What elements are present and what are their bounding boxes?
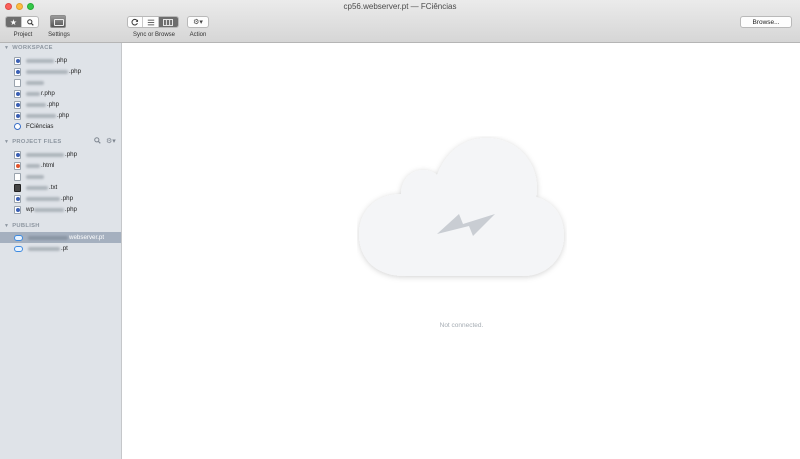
item-label: .php	[55, 57, 68, 64]
star-icon[interactable]: ★	[6, 17, 22, 27]
action-menu-button[interactable]: ⚙▾	[187, 16, 209, 28]
sync-browse-segmented-control	[127, 16, 179, 28]
txt-file-icon	[14, 183, 21, 192]
search-icon[interactable]	[94, 137, 101, 146]
cloud-icon	[14, 245, 23, 252]
item-label: .html	[41, 162, 55, 169]
settings-label: Settings	[48, 32, 70, 38]
app-window: cp56.webserver.pt — FCiências ★ Project …	[0, 0, 800, 459]
project-file-item[interactable]: .html	[14, 160, 54, 171]
item-label: r.php	[41, 90, 55, 97]
workspace-item[interactable]	[14, 77, 45, 88]
html-file-icon	[14, 161, 21, 170]
connection-status-text: Not connected.	[439, 322, 484, 329]
blank-file-icon	[14, 172, 21, 181]
project-file-item[interactable]: .txt	[14, 182, 57, 193]
workspace-item[interactable]: .php	[14, 66, 81, 77]
php-file-icon	[14, 111, 21, 120]
window-title: cp56.webserver.pt — FCiências	[343, 2, 457, 11]
item-label: .php	[64, 206, 77, 213]
item-label: .php	[57, 112, 70, 119]
settings-button[interactable]	[50, 15, 66, 28]
workspace-item[interactable]: .php	[14, 55, 67, 66]
sync-icon[interactable]	[128, 17, 144, 27]
php-file-icon	[14, 194, 21, 203]
project-file-item[interactable]: .php	[14, 149, 77, 160]
project-files-tools: ⚙▾	[94, 137, 116, 146]
publish-header-label: PUBLISH	[12, 223, 40, 229]
project-file-item[interactable]	[14, 171, 45, 182]
sidebar: ▼ WORKSPACE .php .php r.php .php .php FC…	[0, 43, 122, 459]
item-label: .php	[47, 101, 60, 108]
gear-icon: ⚙▾	[193, 19, 203, 26]
item-label: .pt	[61, 245, 68, 252]
item-label: webserver.pt	[69, 234, 105, 241]
project-file-item[interactable]: wp .php	[14, 204, 77, 215]
gear-icon[interactable]: ⚙▾	[106, 137, 116, 146]
disconnected-cloud-icon	[357, 136, 567, 291]
disclosure-triangle-icon[interactable]: ▼	[4, 139, 9, 145]
item-label-prefix: wp	[26, 206, 34, 213]
main-content: Not connected.	[123, 43, 800, 459]
project-file-item[interactable]: .php	[14, 193, 73, 204]
project-files-header-label: PROJECT FILES	[12, 139, 62, 145]
item-label: FCiências	[26, 123, 54, 130]
php-file-icon	[14, 89, 21, 98]
action-label: Action	[189, 32, 207, 38]
disclosure-triangle-icon[interactable]: ▼	[4, 45, 9, 51]
item-label: .php	[69, 68, 82, 75]
php-file-icon	[14, 150, 21, 159]
php-file-icon	[14, 56, 21, 65]
workspace-item[interactable]: r.php	[14, 88, 55, 99]
php-file-icon	[14, 100, 21, 109]
workspace-header-label: WORKSPACE	[12, 45, 53, 51]
publish-section-header[interactable]: ▼ PUBLISH	[4, 223, 40, 229]
column-view-icon[interactable]	[158, 17, 178, 27]
sync-browse-label: Sync or Browse	[132, 32, 175, 38]
publish-item[interactable]: .pt	[14, 243, 68, 254]
project-label: Project	[13, 32, 33, 38]
workspace-item[interactable]: .php	[14, 99, 59, 110]
item-label: .php	[61, 195, 74, 202]
cloud-icon	[14, 234, 23, 241]
php-file-icon	[14, 67, 21, 76]
browse-button[interactable]: Browse...	[740, 16, 792, 28]
blank-file-icon	[14, 78, 21, 87]
project-segmented-control: ★	[5, 16, 39, 28]
project-files-section-header[interactable]: ▼ PROJECT FILES	[4, 139, 62, 145]
titlebar: cp56.webserver.pt — FCiências ★ Project …	[0, 0, 800, 43]
workspace-item[interactable]: .php	[14, 110, 69, 121]
site-icon	[14, 123, 21, 130]
publish-item-selected[interactable]: webserver.pt	[0, 232, 121, 243]
item-label: .txt	[49, 184, 58, 191]
list-view-icon[interactable]	[143, 17, 159, 27]
search-icon[interactable]	[22, 17, 38, 27]
workspace-section-header[interactable]: ▼ WORKSPACE	[4, 45, 53, 51]
item-label: .php	[65, 151, 78, 158]
workspace-item-site[interactable]: FCiências	[14, 121, 54, 132]
disclosure-triangle-icon[interactable]: ▼	[4, 223, 9, 229]
php-file-icon	[14, 205, 21, 214]
